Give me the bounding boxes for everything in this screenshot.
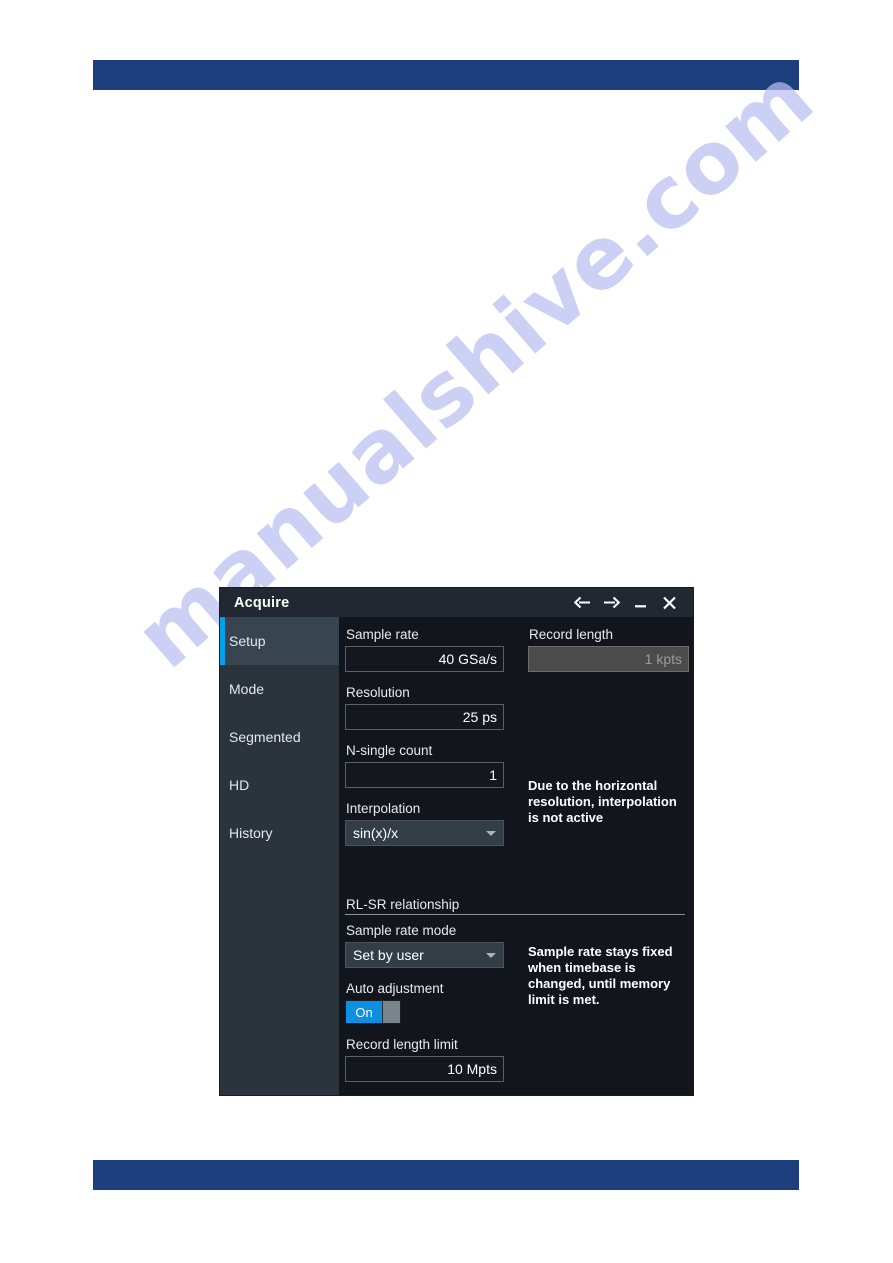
- rl-sr-section-title: RL-SR relationship: [346, 897, 460, 912]
- rl-sr-left-column: Sample rate mode Set by user Auto adjust…: [345, 923, 504, 1095]
- resolution-input[interactable]: 25 ps: [345, 704, 504, 730]
- record-length-limit-input[interactable]: 10 Mpts: [345, 1056, 504, 1082]
- record-length-label: Record length: [529, 627, 614, 642]
- record-length-input: 1 kpts: [528, 646, 689, 672]
- sample-rate-mode-label: Sample rate mode: [346, 923, 457, 938]
- dialog-titlebar: Acquire: [220, 588, 693, 617]
- sample-rate-input[interactable]: 40 GSa/s: [345, 646, 504, 672]
- minimize-button[interactable]: [630, 593, 650, 613]
- dialog-content: Sample rate 40 GSa/s Resolution 25 ps N-…: [339, 617, 693, 1095]
- setup-left-column: Sample rate 40 GSa/s Resolution 25 ps N-…: [345, 627, 504, 859]
- page-header-bar: [93, 60, 799, 90]
- minimize-icon: [634, 605, 646, 608]
- sidebar-item-label: Segmented: [229, 729, 301, 745]
- sidebar-item-segmented[interactable]: Segmented: [220, 713, 339, 761]
- setup-columns: Sample rate 40 GSa/s Resolution 25 ps N-…: [345, 627, 689, 859]
- sidebar-item-setup[interactable]: Setup: [220, 617, 339, 665]
- back-button[interactable]: [572, 593, 592, 613]
- sidebar-item-label: HD: [229, 777, 250, 793]
- auto-adjustment-toggle-state: On: [346, 1001, 382, 1023]
- record-length-limit-label: Record length limit: [346, 1037, 458, 1052]
- dialog-body: Setup Mode Segmented HD History Sample r…: [220, 617, 693, 1095]
- interpolation-selected-value: sin(x)/x: [353, 825, 399, 841]
- rl-sr-right-column: Sample rate stays fixed when timebase is…: [528, 923, 689, 1095]
- dialog-title: Acquire: [234, 594, 290, 611]
- dialog-sidebar: Setup Mode Segmented HD History: [220, 617, 339, 1095]
- sidebar-item-label: History: [229, 825, 273, 841]
- auto-adjustment-toggle-knob: [382, 1001, 400, 1023]
- sidebar-item-mode[interactable]: Mode: [220, 665, 339, 713]
- n-single-count-label: N-single count: [346, 743, 433, 758]
- sample-rate-label: Sample rate: [346, 627, 419, 642]
- sample-rate-mode-select[interactable]: Set by user: [345, 942, 504, 968]
- chevron-down-icon: [486, 952, 496, 958]
- auto-adjustment-label: Auto adjustment: [346, 981, 444, 996]
- n-single-count-input[interactable]: 1: [345, 762, 504, 788]
- interpolation-label: Interpolation: [346, 801, 421, 816]
- acquire-dialog: Acquire Setup Mode Segmented HD History …: [220, 588, 693, 1095]
- close-icon: [662, 596, 676, 609]
- arrow-left-icon: [573, 596, 590, 609]
- arrow-right-icon: [603, 596, 620, 609]
- resolution-label: Resolution: [346, 685, 410, 700]
- interpolation-select[interactable]: sin(x)/x: [345, 820, 504, 846]
- interpolation-info-text: Due to the horizontal resolution, interp…: [528, 778, 677, 825]
- setup-right-column: Record length 1 kpts Due to the horizont…: [528, 627, 689, 859]
- sidebar-item-label: Setup: [229, 633, 266, 649]
- rl-sr-section-divider: [345, 914, 685, 915]
- sidebar-item-history[interactable]: History: [220, 809, 339, 857]
- forward-button[interactable]: [601, 593, 621, 613]
- auto-adjustment-toggle[interactable]: On: [345, 1000, 401, 1024]
- sidebar-item-label: Mode: [229, 681, 265, 697]
- chevron-down-icon: [486, 830, 496, 836]
- page-footer-bar: [93, 1160, 799, 1190]
- close-button[interactable]: [659, 593, 679, 613]
- titlebar-button-group: [572, 593, 685, 613]
- sidebar-item-hd[interactable]: HD: [220, 761, 339, 809]
- sample-rate-mode-info-text: Sample rate stays fixed when timebase is…: [528, 944, 673, 1007]
- sample-rate-mode-selected-value: Set by user: [353, 947, 424, 963]
- rl-sr-columns: Sample rate mode Set by user Auto adjust…: [345, 923, 689, 1095]
